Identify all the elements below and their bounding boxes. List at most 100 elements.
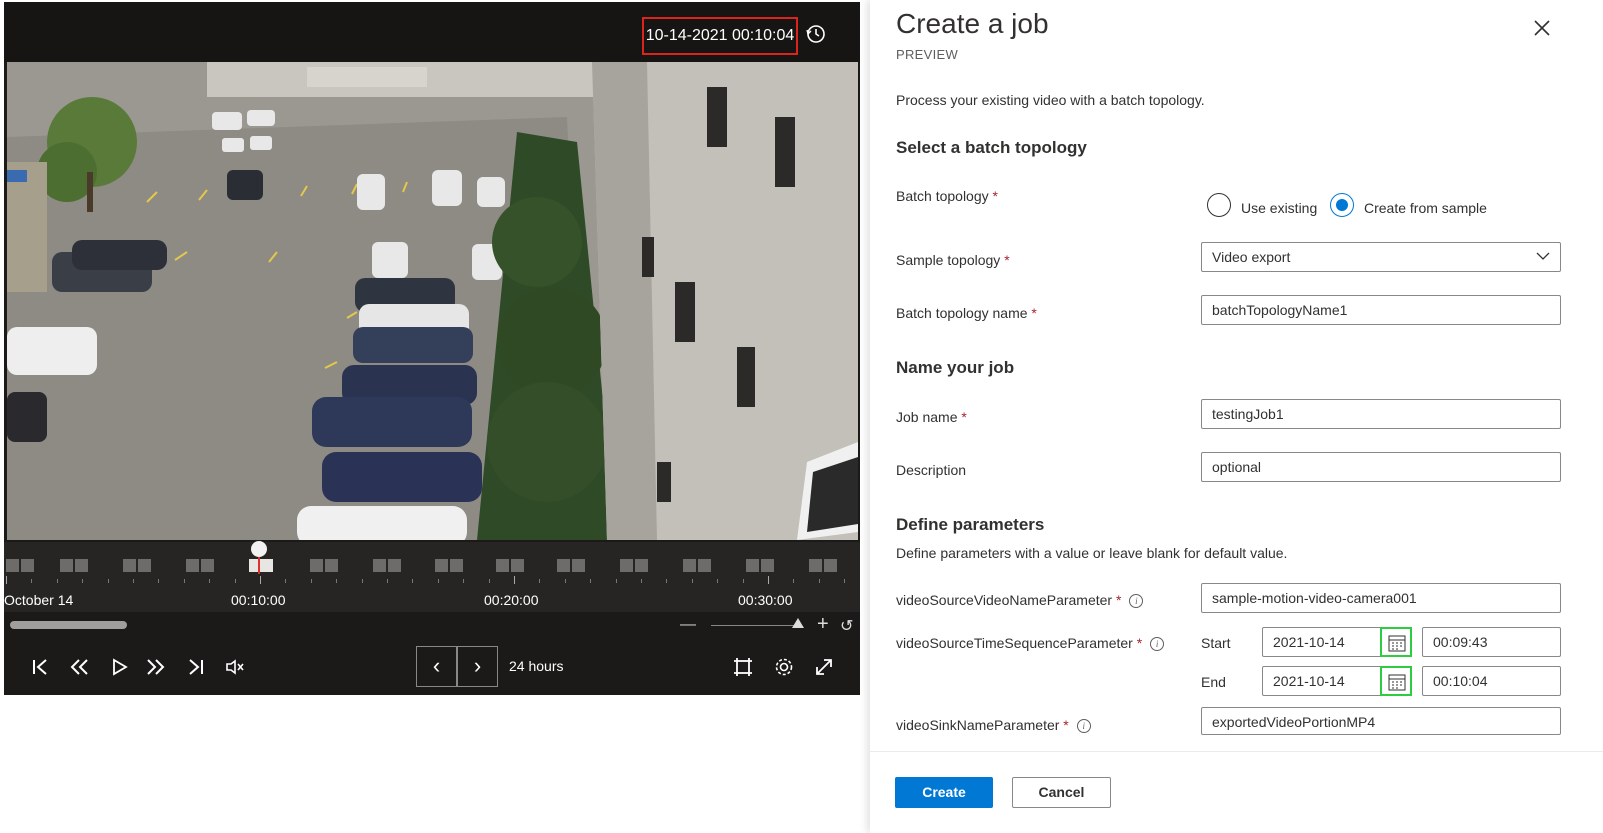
chevron-right-icon: ›: [473, 653, 482, 678]
timeline-tick: [31, 579, 33, 583]
play-icon[interactable]: [106, 654, 132, 680]
timeline-segment[interactable]: [310, 559, 338, 572]
end-label: End: [1201, 674, 1226, 690]
radio-circle-selected[interactable]: [1330, 193, 1354, 217]
range-label[interactable]: 24 hours: [509, 658, 563, 674]
timeline-tick: [158, 579, 160, 583]
timeline-segment[interactable]: [496, 559, 524, 572]
gear-icon[interactable]: [771, 654, 797, 680]
required-indicator: *: [1115, 592, 1122, 608]
zoom-in-icon[interactable]: +: [817, 613, 829, 636]
timeline-tick: [209, 579, 211, 583]
current-segment[interactable]: [249, 559, 273, 572]
timeline-tick: [234, 579, 236, 583]
timeline-tick: [82, 579, 84, 583]
radio-circle[interactable]: [1207, 193, 1231, 217]
zoom-slider-track[interactable]: [711, 625, 797, 626]
fast-forward-icon[interactable]: [143, 654, 169, 680]
info-icon[interactable]: i: [1150, 637, 1165, 652]
sample-topology-label: Sample topology *: [896, 252, 1010, 268]
label-text: videoSourceTimeSequenceParameter: [896, 635, 1133, 651]
label-text: Batch topology: [896, 188, 989, 204]
sink-name-input[interactable]: exportedVideoPortionMP4: [1201, 707, 1561, 735]
time-sequence-label: videoSourceTimeSequenceParameter * i: [896, 635, 1165, 652]
video-player: 10-14-2021 00:10:04 October 14 00:10:00 …: [4, 2, 860, 695]
timeline-segment[interactable]: [373, 559, 401, 572]
timeline-segment[interactable]: [620, 559, 648, 572]
label-text: Sample topology: [896, 252, 1001, 268]
expand-icon[interactable]: [811, 654, 837, 680]
radio-create-from-sample[interactable]: Create from sample: [1330, 193, 1510, 219]
job-name-input[interactable]: testingJob1: [1201, 399, 1561, 429]
start-time-input[interactable]: 00:09:43: [1422, 627, 1561, 657]
params-hint: Define parameters with a value or leave …: [896, 545, 1288, 561]
timeline-segment[interactable]: [809, 559, 837, 572]
panel-description: Process your existing video with a batch…: [896, 92, 1205, 108]
start-date-picker-button[interactable]: [1380, 627, 1412, 657]
video-scene-image: [7, 62, 858, 540]
timeline-segment[interactable]: [6, 559, 34, 572]
timestamp-display: 10-14-2021 00:10:04: [642, 17, 798, 55]
timeline-segment[interactable]: [683, 559, 711, 572]
timeline-segment[interactable]: [60, 559, 88, 572]
section-heading-topology: Select a batch topology: [896, 138, 1087, 157]
timeline-segment[interactable]: [186, 559, 214, 572]
screen: 10-14-2021 00:10:04 October 14 00:10:00 …: [0, 0, 1603, 833]
label-text: videoSinkNameParameter: [896, 717, 1060, 733]
timeline-ticks: [4, 576, 860, 586]
video-source-name-input[interactable]: sample-motion-video-camera001: [1201, 583, 1561, 613]
previous-range-button[interactable]: ‹: [416, 646, 457, 687]
crop-icon[interactable]: [730, 654, 756, 680]
timeline-label-20min: 00:20:00: [484, 592, 539, 608]
mute-icon[interactable]: [222, 654, 248, 680]
timeline-label-10min: 00:10:00: [231, 592, 286, 608]
timeline-tick: [437, 579, 439, 583]
timeline-tick: [387, 579, 388, 583]
zoom-out-icon[interactable]: —: [680, 616, 696, 634]
cancel-button[interactable]: Cancel: [1012, 777, 1111, 808]
zoom-slider-thumb[interactable]: [792, 618, 804, 628]
description-input[interactable]: optional: [1201, 452, 1561, 482]
timeline-segment[interactable]: [435, 559, 463, 572]
timeline-tick: [666, 579, 668, 583]
topology-name-input[interactable]: batchTopologyName1: [1201, 295, 1561, 325]
topology-name-label: Batch topology name *: [896, 305, 1037, 321]
timeline-tick: [412, 579, 414, 583]
panel-title: Create a job: [896, 8, 1049, 39]
required-indicator: *: [1136, 635, 1143, 651]
close-icon[interactable]: [1530, 16, 1554, 40]
sample-topology-dropdown[interactable]: Video export: [1201, 242, 1561, 272]
dropdown-value: Video export: [1212, 249, 1291, 265]
timeline-segment[interactable]: [746, 559, 774, 572]
timeline-segment[interactable]: [123, 559, 151, 572]
timeline-segment[interactable]: [557, 559, 585, 572]
player-controls: ‹ › 24 hours: [4, 636, 860, 695]
history-icon[interactable]: [803, 21, 829, 47]
next-range-button[interactable]: ›: [457, 646, 498, 687]
timeline-label-date: October 14: [4, 592, 74, 608]
timeline-tick: [488, 579, 490, 583]
panel-footer: Create Cancel: [870, 751, 1603, 833]
timeline-scrollbar[interactable]: [10, 621, 127, 629]
info-icon[interactable]: i: [1129, 594, 1144, 609]
skip-to-start-icon[interactable]: [27, 654, 53, 680]
rewind-icon[interactable]: [66, 654, 92, 680]
sink-name-label: videoSinkNameParameter * i: [896, 717, 1091, 734]
zoom-reset-icon[interactable]: ↺: [840, 616, 853, 636]
info-icon[interactable]: i: [1076, 719, 1091, 734]
timeline-tick: [133, 579, 134, 583]
required-indicator: *: [1031, 305, 1037, 321]
end-date-picker-button[interactable]: [1380, 666, 1412, 696]
create-button[interactable]: Create: [895, 777, 993, 808]
video-frame[interactable]: [7, 62, 858, 540]
timeline-tick: [285, 579, 287, 583]
radio-use-existing[interactable]: Use existing: [1207, 193, 1337, 219]
timeline-tick: [6, 576, 7, 584]
end-time-input[interactable]: 00:10:04: [1422, 666, 1561, 696]
skip-to-end-icon[interactable]: [183, 654, 209, 680]
playhead-handle[interactable]: [251, 541, 267, 557]
label-text: videoSourceVideoNameParameter: [896, 592, 1113, 608]
timeline[interactable]: October 14 00:10:00 00:20:00 00:30:00: [4, 541, 860, 612]
timeline-tick: [590, 579, 592, 583]
timeline-tick: [641, 579, 642, 583]
